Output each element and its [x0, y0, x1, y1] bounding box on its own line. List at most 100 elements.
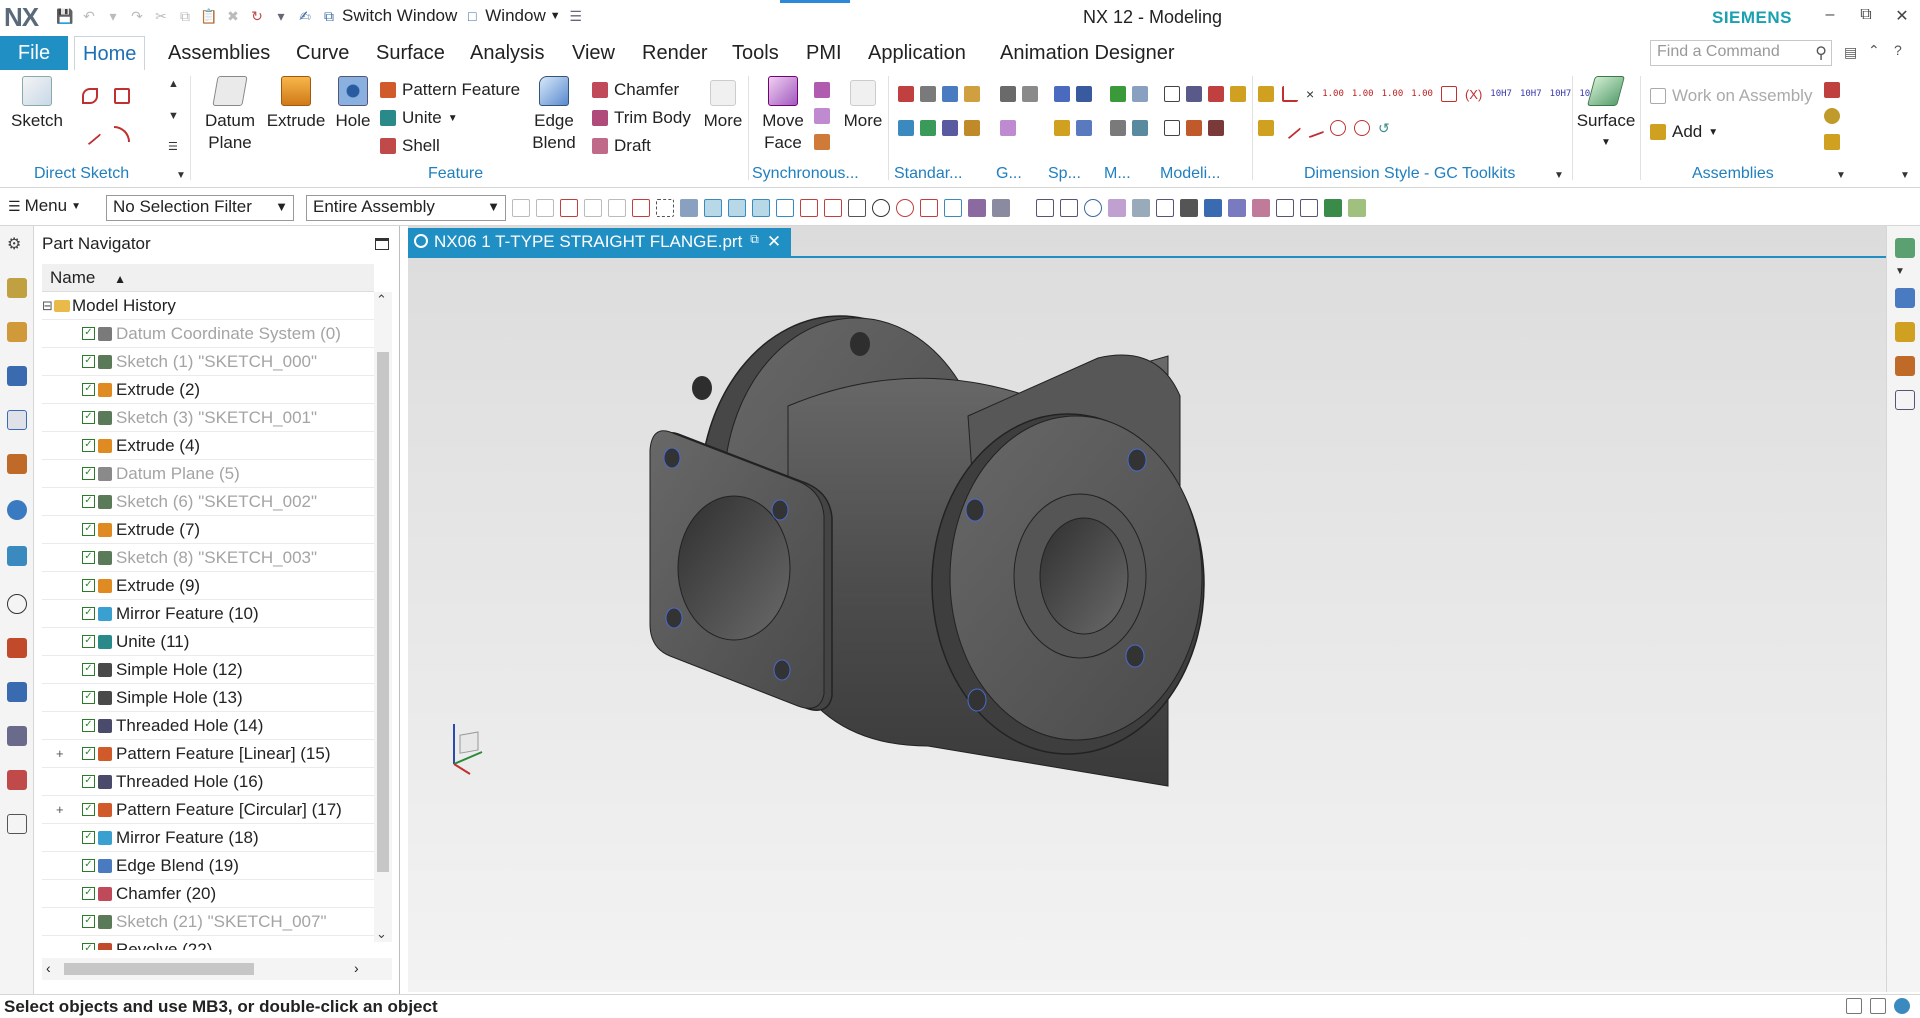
- tree-row[interactable]: ✓ Extrude (4): [42, 432, 374, 460]
- modeling-tool-icon[interactable]: [1164, 120, 1180, 136]
- tree-row[interactable]: ✓ Revolve (22): [42, 936, 374, 950]
- visibility-checkbox[interactable]: ✓: [82, 327, 95, 340]
- touch-mode-icon[interactable]: ✍: [296, 7, 314, 25]
- tab-animation-designer[interactable]: Animation Designer: [992, 36, 1183, 70]
- g-tool-icon[interactable]: [1000, 120, 1016, 136]
- assemblies-dropdown-icon[interactable]: ▼: [1836, 170, 1846, 181]
- hole-button[interactable]: Hole: [328, 76, 378, 132]
- unite-button[interactable]: Unite ▼: [380, 108, 458, 128]
- tolerance-icon[interactable]: 1.00: [1382, 89, 1404, 99]
- status-tray-icon[interactable]: [1846, 998, 1862, 1014]
- rectangle-select-icon[interactable]: [656, 199, 674, 217]
- snap-pole-icon[interactable]: [992, 199, 1010, 217]
- scrollbar-thumb[interactable]: [377, 352, 389, 872]
- snap-endpoint-icon[interactable]: [704, 199, 722, 217]
- dimension-style-icon[interactable]: [1258, 86, 1274, 102]
- visibility-checkbox[interactable]: ✓: [82, 579, 95, 592]
- tab-view[interactable]: View: [564, 36, 623, 70]
- visibility-checkbox[interactable]: ✓: [82, 719, 95, 732]
- assembly-tool-icon[interactable]: [1824, 108, 1840, 124]
- edit-section-icon[interactable]: [1228, 199, 1246, 217]
- undo-dropdown-icon[interactable]: ▾: [104, 7, 122, 25]
- web-browser-icon[interactable]: [7, 500, 27, 520]
- visibility-checkbox[interactable]: ✓: [82, 859, 95, 872]
- maximize-icon[interactable]: [375, 238, 389, 250]
- graphics-window[interactable]: [408, 226, 1886, 992]
- selection-scope-select[interactable]: Entire Assembly ▼: [306, 195, 506, 221]
- cut-icon[interactable]: ✂: [152, 7, 170, 25]
- tree-row[interactable]: ✓ Extrude (9): [42, 572, 374, 600]
- name-column-header[interactable]: Name ▲: [42, 264, 374, 292]
- scroll-down-icon[interactable]: ▼: [168, 110, 179, 122]
- modeling-tool-icon[interactable]: [1230, 86, 1246, 102]
- assembly-tool-icon[interactable]: [1824, 82, 1840, 98]
- snap-quadrant-icon[interactable]: [896, 199, 914, 217]
- tab-curve[interactable]: Curve: [288, 36, 357, 70]
- diameter-icon[interactable]: [1354, 120, 1370, 136]
- zoom-icon[interactable]: [1060, 199, 1078, 217]
- work-layer-icon[interactable]: [1252, 199, 1270, 217]
- standard-tool-icon[interactable]: [898, 86, 914, 102]
- visibility-checkbox[interactable]: ✓: [82, 551, 95, 564]
- select-body-icon[interactable]: [536, 199, 554, 217]
- direct-sketch-dropdown-icon[interactable]: ▼: [176, 170, 186, 181]
- reference-dimension-icon[interactable]: (X): [1465, 87, 1482, 102]
- tree-row[interactable]: ✓ Sketch (6) "SKETCH_002": [42, 488, 374, 516]
- tolerance-icon[interactable]: 1.00: [1322, 89, 1344, 99]
- fit-view-icon[interactable]: [1036, 199, 1054, 217]
- m-tool-icon[interactable]: [1110, 120, 1126, 136]
- surface-button[interactable]: Surface ▼: [1576, 76, 1636, 154]
- restore-icon[interactable]: ⧉: [1856, 6, 1876, 24]
- more-feature-button[interactable]: More: [700, 80, 746, 132]
- standard-tool-icon[interactable]: [942, 120, 958, 136]
- fit-tolerance-icon[interactable]: 10H7: [1520, 89, 1542, 99]
- selection-filter-select[interactable]: No Selection Filter ▼: [106, 195, 294, 221]
- modeling-tool-icon[interactable]: [1208, 120, 1224, 136]
- roles-icon[interactable]: [7, 770, 27, 790]
- sketch-button[interactable]: Sketch: [10, 76, 64, 132]
- dimension-style-icon[interactable]: [1282, 86, 1298, 102]
- side-tool-icon[interactable]: [1895, 356, 1915, 376]
- delete-icon[interactable]: ✖: [224, 7, 242, 25]
- dimension-style-icon[interactable]: [1258, 120, 1274, 136]
- scroll-up-icon[interactable]: ▲: [168, 78, 179, 90]
- hide-icon[interactable]: [1348, 199, 1366, 217]
- sp-tool-icon[interactable]: [1054, 120, 1070, 136]
- profile-icon[interactable]: [82, 88, 98, 104]
- visibility-checkbox[interactable]: ✓: [82, 467, 95, 480]
- rectangle-icon[interactable]: [114, 88, 130, 104]
- tab-surface[interactable]: Surface: [368, 36, 453, 70]
- gear-icon[interactable]: ⚙: [7, 234, 27, 254]
- tab-home[interactable]: Home: [74, 36, 146, 70]
- move-face-button[interactable]: Move Face: [756, 76, 810, 154]
- snap-intersection-icon[interactable]: [848, 199, 866, 217]
- snap-on-curve-icon[interactable]: [944, 199, 962, 217]
- chevron-left-icon[interactable]: ‹: [46, 960, 51, 976]
- modeling-tool-icon[interactable]: [1164, 86, 1180, 102]
- sp-tool-icon[interactable]: [1076, 120, 1092, 136]
- tree-row[interactable]: ✓ Extrude (2): [42, 376, 374, 404]
- side-tool-icon[interactable]: [1895, 288, 1915, 308]
- customize-qat-icon[interactable]: ☰: [567, 7, 585, 25]
- tree-row[interactable]: ✓ Datum Plane (5): [42, 460, 374, 488]
- tab-pmi[interactable]: PMI: [798, 36, 850, 70]
- visibility-checkbox[interactable]: ✓: [82, 915, 95, 928]
- model-history-node[interactable]: ⊟ Model History: [42, 292, 374, 320]
- fit-tolerance-icon[interactable]: 10H7: [1490, 89, 1512, 99]
- visibility-checkbox[interactable]: ✓: [82, 831, 95, 844]
- select-face-icon[interactable]: [560, 199, 578, 217]
- close-icon[interactable]: ✕: [1892, 6, 1912, 26]
- line-icon[interactable]: [78, 122, 102, 146]
- tree-row[interactable]: ✓ Mirror Feature (18): [42, 824, 374, 852]
- save-icon[interactable]: 💾: [56, 7, 74, 25]
- standard-tool-icon[interactable]: [920, 120, 936, 136]
- snap-wave-icon[interactable]: [824, 199, 842, 217]
- tree-row[interactable]: + ✓ Pattern Feature [Circular] (17): [42, 796, 374, 824]
- g-tool-icon[interactable]: [1022, 86, 1038, 102]
- constraint-navigator-icon[interactable]: [7, 322, 27, 342]
- assembly-tool-icon[interactable]: [1824, 134, 1840, 150]
- chevron-right-icon[interactable]: ›: [354, 960, 359, 976]
- offset-region-icon[interactable]: [814, 108, 830, 124]
- extrude-button[interactable]: Extrude: [266, 76, 326, 132]
- scrollbar-thumb[interactable]: [64, 963, 254, 975]
